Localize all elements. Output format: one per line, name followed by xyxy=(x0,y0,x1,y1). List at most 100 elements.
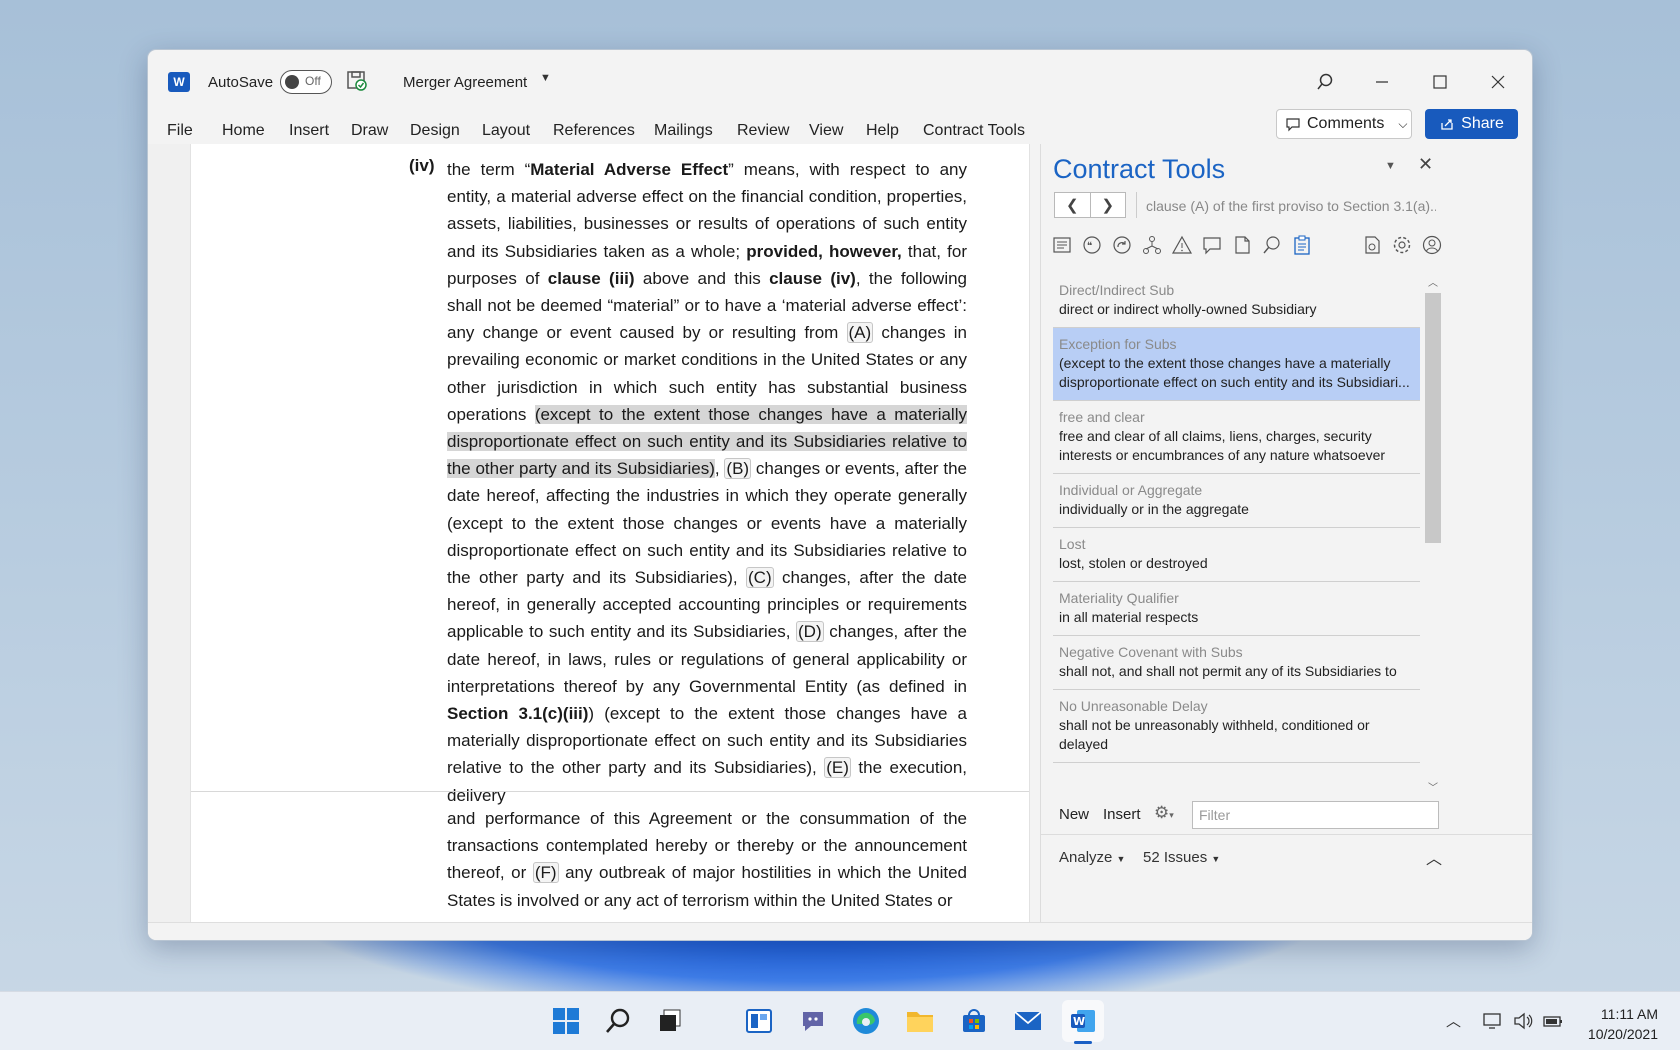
taskbar: W ︿ 11:11 AM 10/20/2021 xyxy=(0,991,1680,1050)
tab-contract-tools[interactable]: Contract Tools xyxy=(923,120,1025,142)
svg-text:W: W xyxy=(1073,1015,1085,1028)
forward-icon[interactable]: ❯ xyxy=(1091,193,1126,217)
pane-navigation: ❮ ❯ xyxy=(1054,192,1126,218)
chevron-down-icon[interactable]: ▼ xyxy=(540,72,551,84)
issues-button[interactable]: 52 Issues ▼ xyxy=(1143,849,1220,866)
list-item[interactable]: Negative Covenant with Subs shall not, a… xyxy=(1053,636,1420,690)
edge-icon[interactable] xyxy=(845,1000,887,1042)
clause-list: Direct/Indirect Sub direct or indirect w… xyxy=(1053,274,1420,794)
insert-button[interactable]: Insert xyxy=(1103,806,1141,823)
word-window: W AutoSave Off Merger Agreement ▼ File H xyxy=(147,49,1533,941)
autosave-toggle[interactable]: Off xyxy=(280,70,332,94)
new-button[interactable]: New xyxy=(1059,806,1089,823)
tab-view[interactable]: View xyxy=(809,120,843,142)
teams-chat-icon[interactable] xyxy=(792,1000,834,1042)
back-icon[interactable]: ❮ xyxy=(1055,193,1091,217)
clock-date: 10/20/2021 xyxy=(1587,1026,1658,1042)
document-title[interactable]: Merger Agreement xyxy=(403,74,527,91)
store-icon[interactable] xyxy=(953,1000,995,1042)
save-icon[interactable] xyxy=(346,70,368,92)
list-item[interactable]: Individual or Aggregate individually or … xyxy=(1053,474,1420,528)
outline-icon[interactable] xyxy=(1051,234,1073,256)
list-item[interactable]: No Unreasonable Delay shall not be unrea… xyxy=(1053,690,1420,763)
clause-title: Individual or Aggregate xyxy=(1059,482,1203,498)
clause-text: in all material respects xyxy=(1059,609,1199,625)
tab-layout[interactable]: Layout xyxy=(482,120,530,142)
page-break xyxy=(191,791,1029,792)
paragraph-1[interactable]: the term “Material Adverse Effect” means… xyxy=(447,156,967,809)
hierarchy-icon[interactable] xyxy=(1141,234,1163,256)
network-icon[interactable] xyxy=(1482,1010,1504,1032)
title-bar: W AutoSave Off Merger Agreement ▼ xyxy=(148,50,1532,110)
page-icon[interactable] xyxy=(1231,234,1253,256)
clock-time: 11:11 AM xyxy=(1600,1006,1658,1022)
clause-title: Negative Covenant with Subs xyxy=(1059,644,1243,660)
comment-icon[interactable] xyxy=(1201,234,1223,256)
chevron-down-icon: ▼ xyxy=(1116,854,1126,864)
clause-title: Direct/Indirect Sub xyxy=(1059,282,1175,298)
tab-draw[interactable]: Draw xyxy=(351,120,388,142)
scroll-down-icon[interactable]: ﹀ xyxy=(1428,779,1438,794)
tab-review[interactable]: Review xyxy=(737,120,789,142)
paragraph-2[interactable]: and performance of this Agreement or the… xyxy=(447,805,967,914)
clause-text: free and clear of all claims, liens, cha… xyxy=(1059,428,1386,463)
minimize-icon[interactable] xyxy=(1364,64,1400,100)
file-explorer-icon[interactable] xyxy=(899,1000,941,1042)
search-icon[interactable] xyxy=(1307,64,1343,100)
item-number: (iv) xyxy=(409,156,435,175)
task-view-icon[interactable] xyxy=(649,1000,691,1042)
document-settings-icon[interactable] xyxy=(1361,234,1383,256)
gear-icon[interactable] xyxy=(1391,234,1413,256)
scrollbar-thumb[interactable] xyxy=(1425,293,1441,543)
volume-icon[interactable] xyxy=(1512,1010,1534,1032)
user-icon[interactable] xyxy=(1421,234,1443,256)
system-clock[interactable]: 11:11 AM 10/20/2021 xyxy=(1588,1004,1658,1044)
comments-button[interactable]: Comments ⌵ xyxy=(1276,109,1412,139)
search-icon[interactable] xyxy=(597,1000,639,1042)
clause-text: direct or indirect wholly-owned Subsidia… xyxy=(1059,301,1317,317)
tab-home[interactable]: Home xyxy=(222,120,265,142)
battery-icon[interactable] xyxy=(1542,1010,1564,1032)
list-item[interactable]: free and clear free and clear of all cla… xyxy=(1053,401,1420,474)
list-item[interactable]: Materiality Qualifier in all material re… xyxy=(1053,582,1420,636)
list-item-selected[interactable]: Exception for Subs (except to the extent… xyxy=(1053,328,1420,401)
chevron-down-icon: ⌵ xyxy=(1398,116,1408,131)
list-item[interactable]: Direct/Indirect Sub direct or indirect w… xyxy=(1053,274,1420,328)
clipboard-icon[interactable] xyxy=(1291,234,1313,256)
analyze-button[interactable]: Analyze ▼ xyxy=(1059,849,1125,866)
autosave-label: AutoSave xyxy=(208,74,274,91)
filter-input[interactable] xyxy=(1192,801,1439,829)
windows-start-icon[interactable] xyxy=(545,1000,587,1042)
comment-icon xyxy=(1286,118,1300,132)
warning-icon[interactable] xyxy=(1171,234,1193,256)
quote-icon[interactable]: ❝ xyxy=(1081,234,1103,256)
pane-close-icon[interactable]: ✕ xyxy=(1418,154,1433,175)
tab-mailings[interactable]: Mailings xyxy=(654,120,713,142)
document-page[interactable]: (iv) the term “Material Adverse Effect” … xyxy=(190,144,1030,922)
clause-text: shall not be unreasonably withheld, cond… xyxy=(1059,717,1370,752)
comments-label: Comments xyxy=(1307,115,1385,132)
search-icon[interactable] xyxy=(1261,234,1283,256)
share-button[interactable]: Share xyxy=(1425,109,1518,139)
redo-circle-icon[interactable] xyxy=(1111,234,1133,256)
gear-icon[interactable]: ⚙▾ xyxy=(1154,803,1174,823)
pane-status-bar: Analyze ▼ 52 Issues ▼ ︿ xyxy=(1041,834,1532,878)
tab-references[interactable]: References xyxy=(553,120,635,142)
analyze-label: Analyze xyxy=(1059,849,1113,866)
pane-options-icon[interactable]: ▼ xyxy=(1385,160,1396,172)
widgets-icon[interactable] xyxy=(738,1000,780,1042)
tab-file[interactable]: File xyxy=(167,120,193,142)
close-icon[interactable] xyxy=(1480,64,1516,100)
mail-icon[interactable] xyxy=(1007,1000,1049,1042)
chevron-up-icon[interactable]: ︿ xyxy=(1446,1010,1468,1032)
maximize-icon[interactable] xyxy=(1422,64,1458,100)
tab-insert[interactable]: Insert xyxy=(289,120,329,142)
tab-design[interactable]: Design xyxy=(410,120,460,142)
scroll-up-icon[interactable]: ︿ xyxy=(1428,274,1438,289)
tab-help[interactable]: Help xyxy=(866,120,899,142)
toggle-knob xyxy=(285,75,299,89)
window-bottom-edge xyxy=(148,922,1532,940)
chevron-up-icon[interactable]: ︿ xyxy=(1426,845,1442,869)
word-icon[interactable]: W xyxy=(1062,1000,1104,1044)
list-item[interactable]: Lost lost, stolen or destroyed xyxy=(1053,528,1420,582)
